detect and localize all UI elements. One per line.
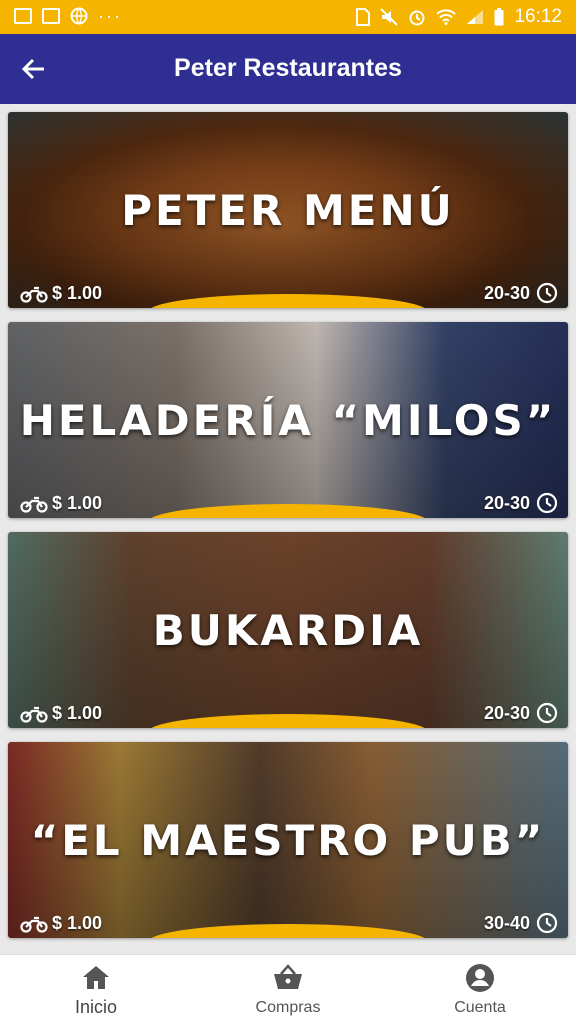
restaurant-list: PETER MENÚ $ 1.00 20-30 HELADERÍA “MILOS… bbox=[0, 104, 576, 954]
mute-icon bbox=[380, 8, 399, 26]
motorcycle-icon bbox=[20, 286, 48, 303]
motorcycle-icon bbox=[20, 496, 48, 513]
delivery-fee: $ 1.00 bbox=[20, 283, 102, 304]
delivery-time-value: 20-30 bbox=[483, 492, 530, 513]
delivery-time-value: 30-40 bbox=[483, 912, 530, 933]
clock-icon bbox=[536, 912, 558, 934]
motorcycle-icon bbox=[20, 706, 48, 723]
alarm-icon bbox=[409, 10, 425, 26]
nav-label: Compras bbox=[255, 999, 321, 1016]
nav-label: Inicio bbox=[74, 997, 118, 1017]
clock-icon bbox=[536, 492, 558, 514]
sim-icon bbox=[356, 8, 371, 26]
status-bar: ··· 16:12 bbox=[0, 0, 576, 34]
screen-icon bbox=[14, 8, 32, 24]
restaurant-name: “EL MAESTRO PUB” bbox=[30, 816, 546, 865]
globe-icon bbox=[70, 7, 88, 25]
delivery-time: 20-30 bbox=[484, 492, 558, 514]
delivery-fee-value: $ 1.00 bbox=[52, 493, 103, 513]
nav-cuenta[interactable]: Cuenta bbox=[384, 955, 576, 1025]
restaurant-name: BUKARDIA bbox=[152, 606, 424, 655]
nav-compras[interactable]: Compras bbox=[192, 955, 384, 1025]
delivery-fee-value: $ 1.00 bbox=[52, 703, 103, 723]
nav-label: Cuenta bbox=[454, 999, 506, 1016]
clock-icon bbox=[536, 282, 558, 304]
restaurant-card[interactable]: BUKARDIA $ 1.00 20-30 bbox=[8, 532, 568, 728]
clock-icon bbox=[536, 702, 558, 724]
delivery-fee: $ 1.00 bbox=[20, 913, 102, 934]
gallery-icon bbox=[42, 8, 60, 24]
delivery-time: 20-30 bbox=[484, 702, 558, 724]
page-title: Peter Restaurantes bbox=[174, 54, 402, 82]
delivery-time-value: 20-30 bbox=[483, 282, 530, 303]
restaurant-card[interactable]: “EL MAESTRO PUB” $ 1.00 30-40 bbox=[8, 742, 568, 938]
restaurant-name: HELADERÍA “MILOS” bbox=[19, 396, 557, 445]
delivery-fee: $ 1.00 bbox=[20, 493, 102, 514]
app-bar: Peter Restaurantes bbox=[0, 34, 576, 104]
battery-icon bbox=[494, 8, 504, 26]
delivery-time: 20-30 bbox=[484, 282, 558, 304]
delivery-time-value: 20-30 bbox=[483, 702, 530, 723]
status-time: 16:12 bbox=[514, 6, 562, 27]
signal-icon bbox=[467, 10, 484, 24]
basket-icon bbox=[274, 964, 302, 989]
wifi-icon bbox=[436, 9, 457, 25]
restaurant-name: PETER MENÚ bbox=[121, 186, 455, 235]
more-notifications: ··· bbox=[98, 6, 122, 26]
restaurant-card[interactable]: PETER MENÚ $ 1.00 20-30 bbox=[8, 112, 568, 308]
account-icon bbox=[466, 964, 494, 992]
delivery-fee: $ 1.00 bbox=[20, 703, 102, 724]
home-icon bbox=[83, 966, 109, 989]
restaurant-card[interactable]: HELADERÍA “MILOS” $ 1.00 20-30 bbox=[8, 322, 568, 518]
nav-inicio[interactable]: Inicio bbox=[0, 955, 192, 1025]
bottom-navigation: Inicio Compras Cuenta bbox=[0, 954, 576, 1025]
delivery-fee-value: $ 1.00 bbox=[52, 913, 103, 933]
motorcycle-icon bbox=[20, 916, 48, 933]
delivery-time: 30-40 bbox=[484, 912, 558, 934]
delivery-fee-value: $ 1.00 bbox=[52, 283, 103, 303]
